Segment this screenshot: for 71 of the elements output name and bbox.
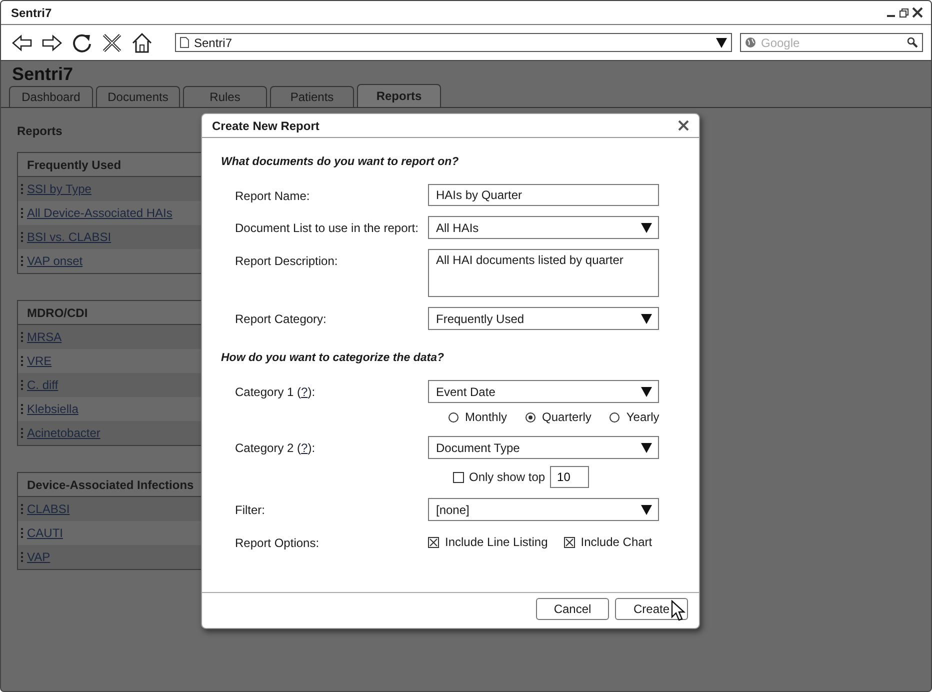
report-link[interactable]: CAUTI [27, 526, 63, 540]
caret-icon [641, 314, 652, 324]
field-label: Report Name: [235, 188, 311, 205]
field-label: Category 1 (?): [235, 384, 316, 401]
number-field[interactable]: 10 [550, 466, 590, 488]
report-link[interactable]: VRE [27, 354, 52, 368]
tab[interactable]: Documents [96, 86, 180, 107]
radio-button[interactable] [609, 412, 620, 422]
dropdown[interactable]: [none] [428, 498, 659, 521]
restore-icon[interactable] [899, 8, 909, 18]
tab[interactable]: Rules [183, 86, 267, 107]
field-label: Filter: [235, 502, 266, 519]
report-link[interactable]: All Device-Associated HAIs [27, 206, 172, 220]
checkbox[interactable] [453, 472, 464, 482]
dropdown[interactable]: All HAIs [428, 216, 659, 239]
dropdown[interactable]: Frequently Used [428, 307, 659, 330]
option-label: Only show top [469, 470, 546, 484]
app-title: Sentri7 [11, 63, 74, 85]
report-link[interactable]: MRSA [27, 330, 62, 344]
caret-icon [641, 442, 652, 452]
option-label: Quarterly [542, 410, 592, 424]
caret-icon [641, 222, 652, 232]
report-link[interactable]: VAP [27, 550, 50, 564]
dialog-title: Create New Report [212, 118, 320, 132]
dropdown[interactable]: Event Date [428, 380, 659, 403]
radio-button[interactable] [525, 412, 536, 422]
dialog-button[interactable]: Create [615, 598, 688, 620]
help-link[interactable]: ? [301, 441, 308, 455]
report-link[interactable]: Acinetobacter [27, 426, 100, 440]
dialog-button[interactable]: Cancel [536, 598, 609, 620]
report-link[interactable]: VAP onset [27, 254, 83, 268]
report-link[interactable]: CLABSI [27, 502, 70, 516]
radio-button[interactable] [448, 412, 459, 422]
home-icon[interactable] [131, 32, 153, 54]
caret-icon [641, 504, 652, 514]
tab[interactable]: Reports [357, 84, 441, 107]
pointer-cursor-icon [671, 600, 687, 622]
field-label: Report Options: [235, 535, 320, 550]
search-icon[interactable] [907, 37, 918, 48]
report-link[interactable]: C. diff [27, 378, 58, 392]
close-icon[interactable] [912, 7, 923, 18]
section-heading: How do you want to categorize the data? [221, 352, 445, 364]
text-field[interactable]: HAIs by Quarter [428, 184, 659, 206]
checkbox[interactable] [428, 536, 439, 548]
dropdown[interactable]: Document Type [428, 436, 659, 459]
close-icon[interactable] [678, 120, 689, 131]
report-link[interactable]: BSI vs. CLABSI [27, 230, 112, 244]
text-area[interactable]: All HAI documents listed by quarter [428, 249, 659, 297]
field-label: Document List to use in the report: [235, 220, 420, 237]
checkbox[interactable] [564, 536, 575, 548]
page-icon [180, 37, 189, 48]
field-label: Report Description: [235, 253, 339, 270]
option-label: Include Chart [580, 535, 652, 549]
option-label: Include Line Listing [445, 535, 548, 549]
refresh-icon[interactable] [71, 32, 93, 54]
tab[interactable]: Dashboard [9, 86, 93, 107]
caret-icon [716, 38, 727, 48]
field-label: Category 2 (?): [235, 440, 316, 457]
option-label: Yearly [626, 410, 660, 424]
window-title: Sentri7 [11, 6, 52, 20]
sidebar-title: Reports [17, 124, 62, 138]
report-link[interactable]: Klebsiella [27, 402, 78, 416]
search-field[interactable]: Google [740, 33, 923, 52]
tab[interactable]: Patients [270, 86, 354, 107]
help-link[interactable]: ? [301, 385, 308, 399]
caret-icon [641, 386, 652, 396]
globe-icon [745, 37, 756, 48]
report-link[interactable]: SSI by Type [27, 182, 92, 196]
option-label: Monthly [465, 410, 508, 424]
address-bar[interactable]: Sentri7 [175, 33, 732, 52]
stop-icon[interactable] [101, 32, 123, 54]
